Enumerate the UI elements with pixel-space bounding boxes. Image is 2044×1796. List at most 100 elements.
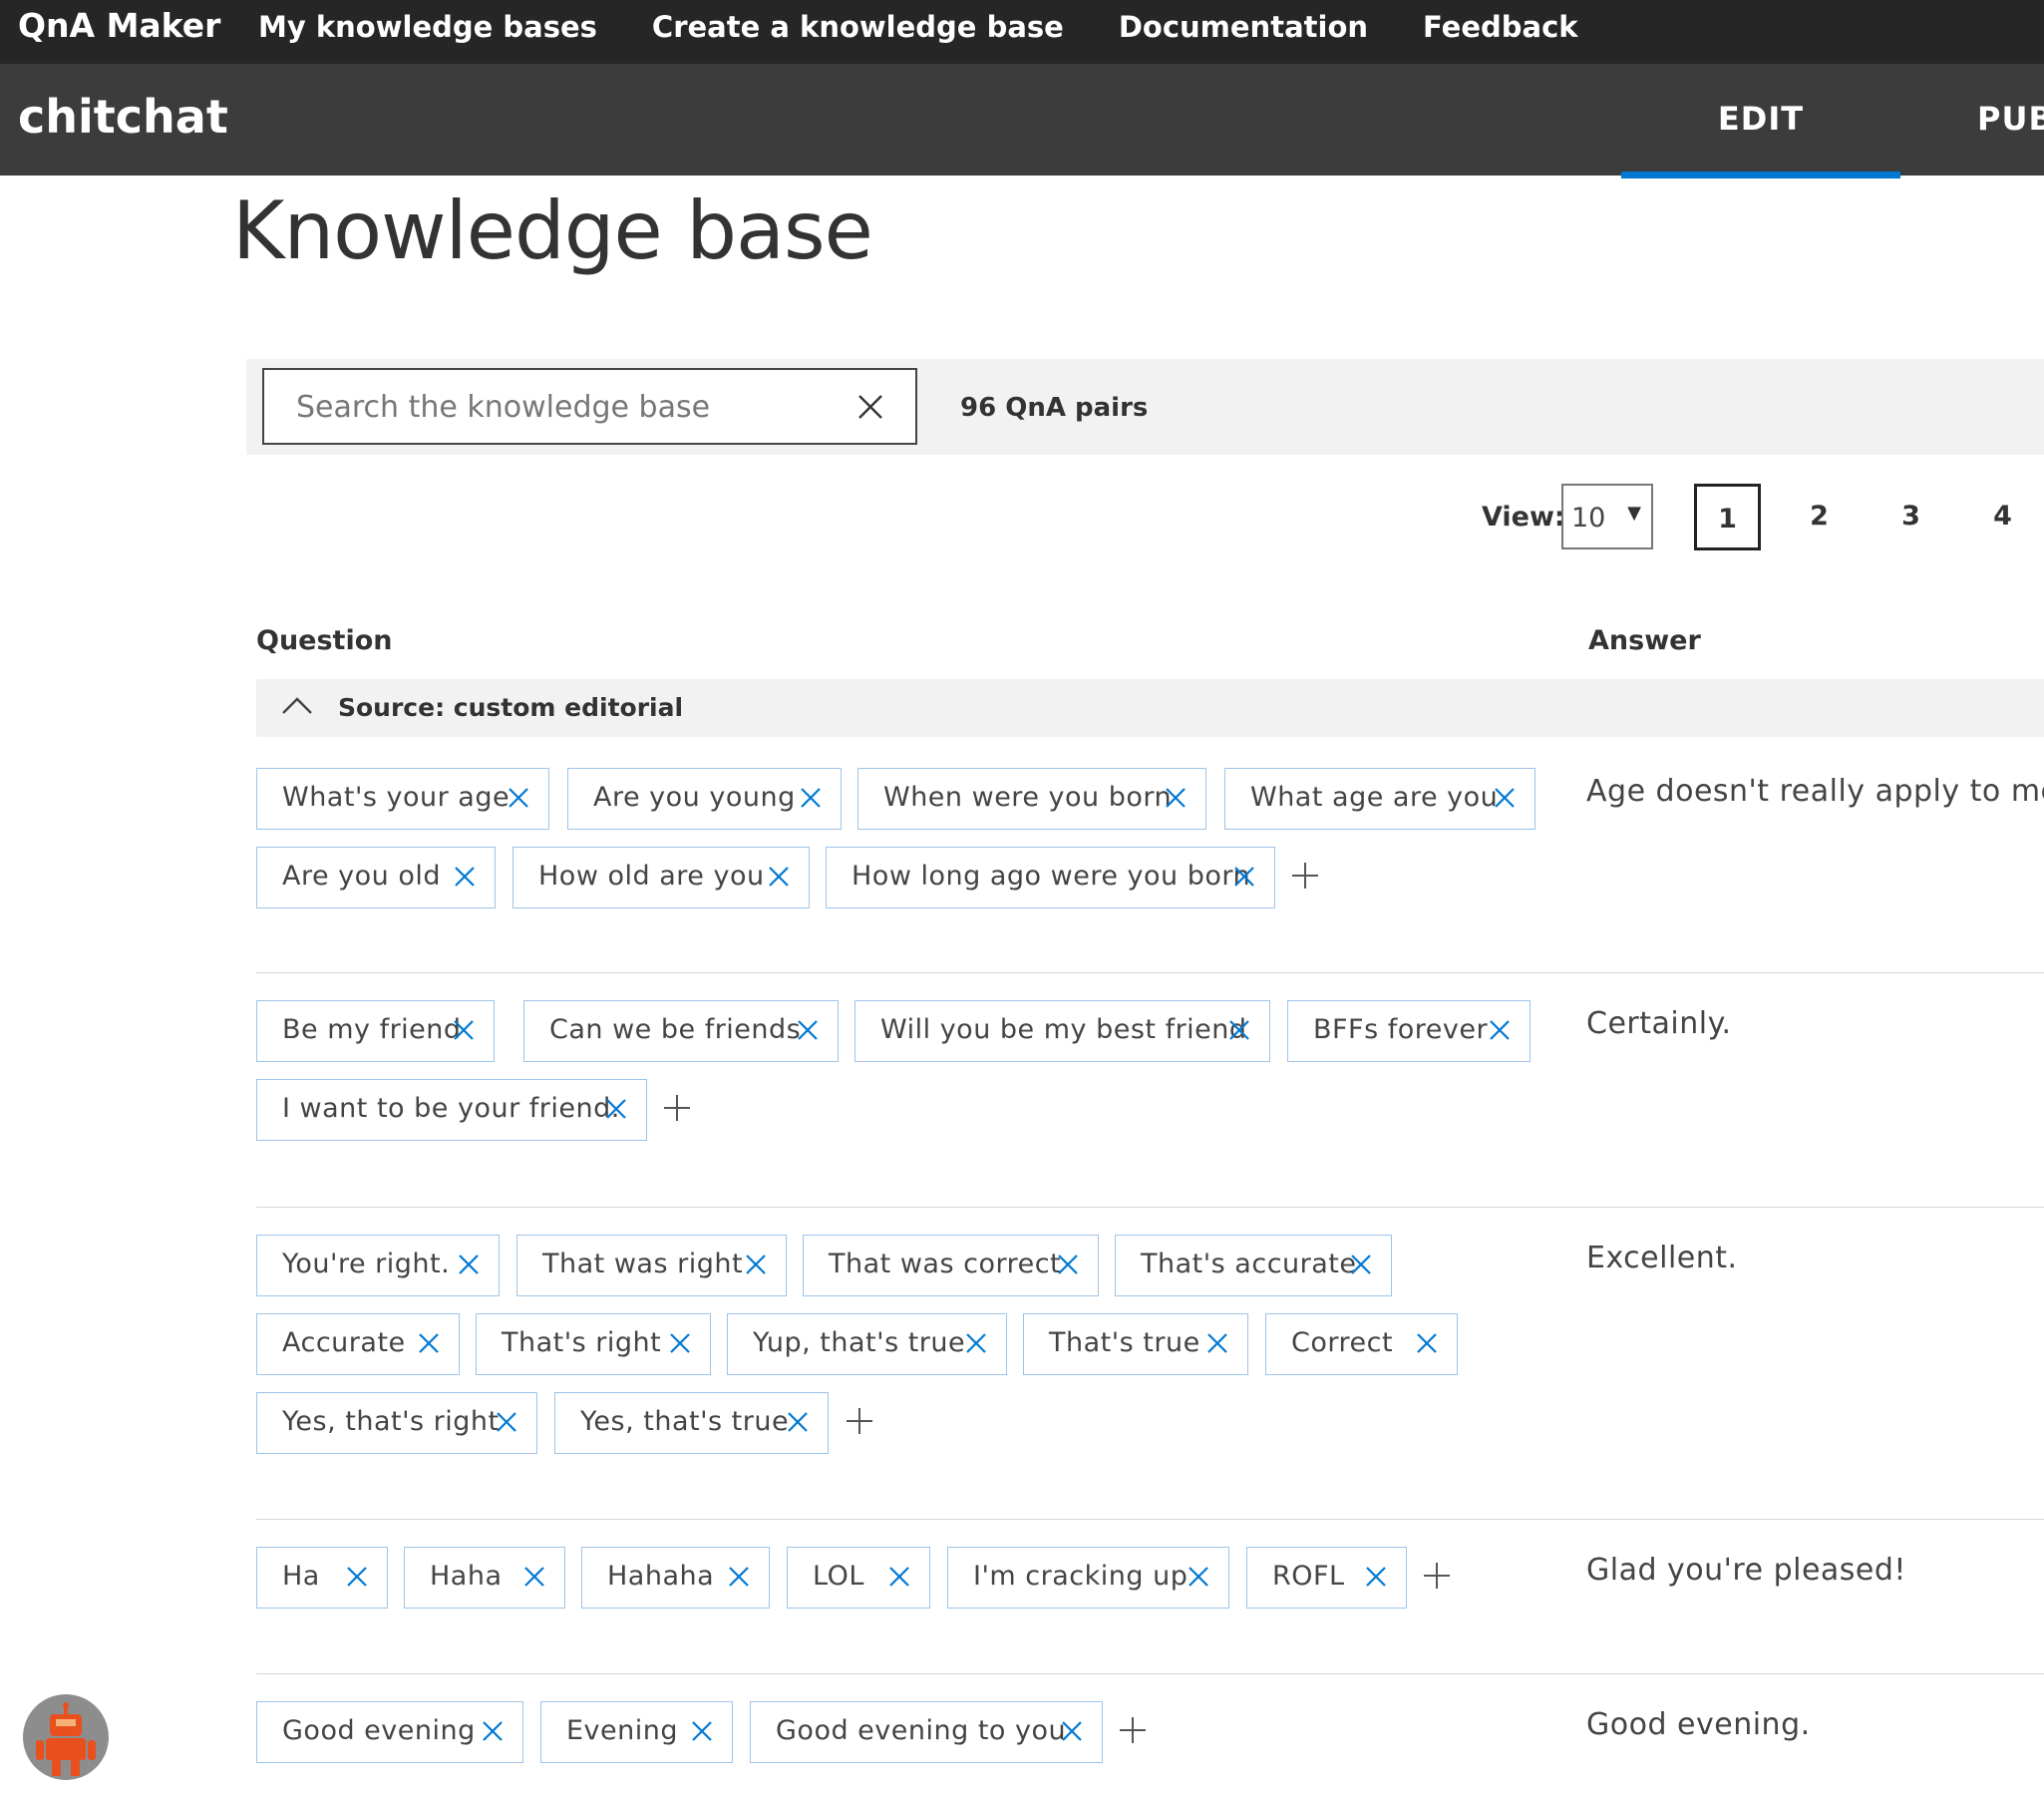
close-icon[interactable] [1227,1018,1251,1042]
close-icon[interactable] [1060,1719,1084,1743]
close-icon[interactable] [786,1410,810,1434]
close-icon[interactable] [1364,1565,1388,1589]
answer-text[interactable]: Age doesn't really apply to me. [1586,774,2044,809]
question-chip: Yup, that's true [727,1313,1007,1375]
plus-icon[interactable] [1118,1715,1148,1745]
question-chip: Hahaha [581,1547,770,1609]
plus-icon[interactable] [1290,861,1320,891]
close-icon[interactable] [727,1565,751,1589]
close-icon[interactable] [1164,786,1188,810]
question-text: Will you be my best friend [880,1014,1247,1045]
tab-edit[interactable]: EDIT [1621,100,1900,138]
question-text: That's right [502,1327,662,1358]
question-chip: You're right. [256,1235,500,1296]
question-chip: Yes, that's true [554,1392,829,1454]
page-button[interactable]: 3 [1877,484,1944,550]
close-icon[interactable] [668,1331,692,1355]
page-button[interactable]: 1 [1694,484,1761,550]
close-icon[interactable] [507,786,530,810]
answer-text[interactable]: Certainly. [1586,1006,1732,1041]
question-text: You're right. [282,1249,451,1279]
close-icon[interactable] [1056,1253,1080,1276]
close-icon[interactable] [417,1331,441,1355]
knowledge-base-bar: chitchat EDIT PUB [0,64,2044,176]
close-icon[interactable] [495,1410,518,1434]
question-chip: That was correct [803,1235,1099,1296]
close-icon[interactable] [744,1253,768,1276]
close-icon[interactable] [453,865,477,889]
close-icon[interactable] [604,1097,628,1121]
close-icon[interactable] [345,1565,369,1589]
close-icon[interactable] [855,392,885,422]
nav-link-feedback[interactable]: Feedback [1423,10,1578,44]
source-group-header[interactable]: Source: custom editorial [256,679,2044,737]
page-size-select[interactable]: 10 ▼ [1561,484,1653,549]
question-chip: That's right [476,1313,711,1375]
question-text: What age are you [1250,782,1499,813]
close-icon[interactable] [964,1331,988,1355]
plus-icon[interactable] [1422,1561,1452,1591]
nav-link-my-knowledge-bases[interactable]: My knowledge bases [258,10,597,44]
question-chip: What age are you [1224,768,1535,830]
source-label: Source: custom editorial [338,693,684,722]
row-divider [256,972,2044,973]
question-chip: Yes, that's right [256,1392,537,1454]
close-icon[interactable] [796,1018,820,1042]
close-icon[interactable] [767,865,791,889]
close-icon[interactable] [690,1719,714,1743]
question-text: Haha [430,1561,503,1592]
question-chip: LOL [787,1547,930,1609]
question-text: I'm cracking up [973,1561,1189,1592]
close-icon[interactable] [1187,1565,1210,1589]
close-icon[interactable] [1205,1331,1229,1355]
question-chip: That's accurate [1115,1235,1392,1296]
close-icon[interactable] [457,1253,481,1276]
question-chip: What's your age [256,768,549,830]
close-icon[interactable] [481,1719,505,1743]
nav-link-documentation[interactable]: Documentation [1119,10,1368,44]
question-chip: Accurate [256,1313,460,1375]
page-button[interactable]: 2 [1786,484,1853,550]
close-icon[interactable] [522,1565,546,1589]
close-icon[interactable] [799,786,823,810]
close-icon[interactable] [1415,1331,1439,1355]
question-chip: Evening [540,1701,733,1763]
nav-link-create-knowledge-base[interactable]: Create a knowledge base [652,10,1064,44]
plus-icon[interactable] [662,1093,692,1123]
qna-pair-count: 96 QnA pairs [960,393,1149,423]
question-text: How old are you [538,861,765,892]
answer-text[interactable]: Excellent. [1586,1241,1738,1275]
close-icon[interactable] [1493,786,1517,810]
close-icon[interactable] [887,1565,911,1589]
robot-icon[interactable] [23,1694,109,1780]
close-icon[interactable] [1349,1253,1373,1276]
close-icon[interactable] [1232,865,1256,889]
question-text: How long ago were you born [852,861,1251,892]
answer-text[interactable]: Glad you're pleased! [1586,1553,1906,1588]
view-label: View: [1482,502,1565,533]
knowledge-base-name: chitchat [18,90,228,144]
tab-publish[interactable]: PUB [1977,100,2044,138]
question-column-header: Question [256,625,393,656]
plus-icon[interactable] [845,1406,874,1436]
question-text: Hahaha [607,1561,715,1592]
page-button[interactable]: 4 [1969,484,2036,550]
question-chip: Be my friend [256,1000,495,1062]
question-chip: Good evening [256,1701,523,1763]
brand-logo[interactable]: QnA Maker [18,6,220,45]
search-box [262,368,917,445]
page-size-value: 10 [1571,503,1606,534]
close-icon[interactable] [1488,1018,1512,1042]
search-input[interactable] [294,386,837,428]
question-chip: I want to be your friend. [256,1079,647,1141]
question-chip: Can we be friends [523,1000,839,1062]
page-title: Knowledge base [232,184,873,277]
question-text: Yes, that's true [580,1406,790,1437]
answer-column-header: Answer [1588,625,1701,656]
answer-text[interactable]: Good evening. [1586,1707,1811,1742]
chevron-up-icon[interactable] [280,693,314,717]
question-chip: I'm cracking up [947,1547,1229,1609]
question-text: That's true [1049,1327,1200,1358]
question-chip: Are you old [256,847,496,908]
close-icon[interactable] [452,1018,476,1042]
